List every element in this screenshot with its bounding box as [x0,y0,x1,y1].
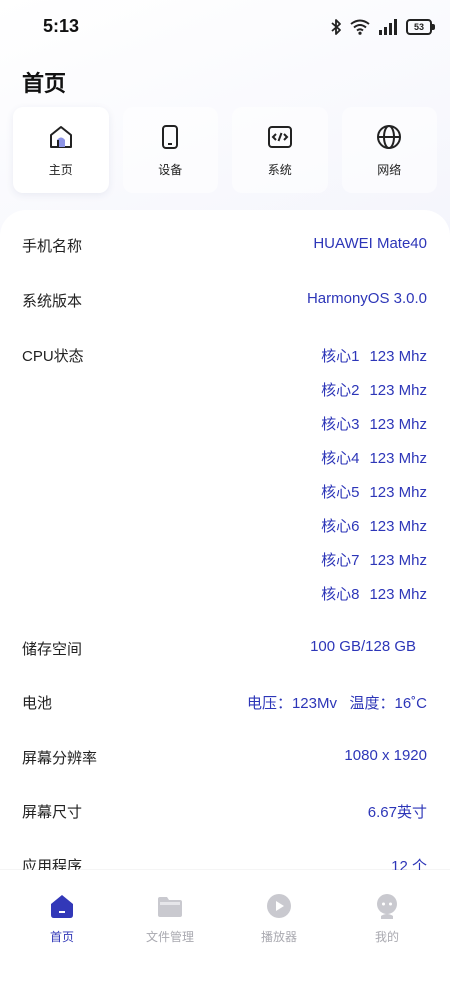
nav-home-label: 首页 [49,930,74,944]
globe-icon [377,124,402,149]
status-icons: 53 [330,16,435,38]
status-bar: 5:13 53 [0,0,450,52]
cpu-core-name: 核心7 [321,552,360,569]
cpu-core-row: 核心1 123 Mhz [321,345,427,366]
category-tabs: 主页 设备 系统 网络 [13,107,437,193]
cpu-core-freq: 123 Mhz [369,382,427,399]
apps-value: 12 个 [391,858,427,870]
cpu-core-freq: 123 Mhz [369,450,427,467]
cpu-core-row: 核心8 123 Mhz [321,583,427,604]
tab-device-label: 设备 [158,162,183,177]
cpu-status-label: CPU状态 [22,348,84,365]
cpu-core-freq: 123 Mhz [369,586,427,603]
cpu-core-freq: 123 Mhz [369,484,427,501]
page-title: 首页 [22,71,67,96]
nav-file-manager-label: 文件管理 [145,930,194,944]
tab-network-label: 网络 [377,162,402,177]
tab-home-label: 主页 [48,162,73,177]
tab-home[interactable]: 主页 [13,107,109,193]
screen-size-label: 屏幕尺寸 [22,804,83,821]
cpu-core-row: 核心3 123 Mhz [321,413,427,434]
battery-value: 电压：123Mv 温度：16˚C [246,695,427,712]
cpu-core-row: 核心6 123 Mhz [321,515,427,536]
nav-file-manager[interactable]: 文件管理 [130,892,210,945]
cpu-core-name: 核心4 [321,450,360,467]
cpu-core-name: 核心1 [321,348,360,365]
wifi-icon [350,19,370,35]
cpu-core-freq: 123 Mhz [369,552,427,569]
device-info-panel: 手机名称 HUAWEI Mate40 系统版本 HarmonyOS 3.0.0 … [0,210,450,870]
tab-network[interactable]: 网络 [341,107,437,193]
cpu-core-name: 核心6 [321,518,360,535]
bottom-nav: 首页 文件管理 播放器 我的 [0,870,450,990]
device-name-value: HUAWEI Mate40 [313,235,427,252]
tab-system[interactable]: 系统 [232,107,328,193]
home-filled-icon [51,895,73,918]
home-icon [49,125,72,148]
user-icon [377,894,397,919]
os-version-label: 系统版本 [22,293,83,310]
bluetooth-icon [331,19,341,35]
resolution-label: 屏幕分辨率 [22,750,98,767]
tab-system-label: 系统 [267,162,292,177]
battery-label: 电池 [22,695,53,712]
folder-icon [158,897,182,917]
device-name-label: 手机名称 [22,238,83,255]
play-icon [267,894,291,918]
screen-size-value: 6.67英寸 [367,804,427,821]
cpu-core-name: 核心5 [321,484,360,501]
phone-icon [162,124,179,149]
cpu-core-row: 核心2 123 Mhz [321,379,427,400]
code-icon [267,125,292,148]
status-time: 5:13 [43,16,80,36]
cpu-core-freq: 123 Mhz [369,518,427,535]
storage-label: 储存空间 [22,641,83,658]
tab-device[interactable]: 设备 [122,107,218,193]
nav-home[interactable]: 首页 [22,892,102,945]
signal-icon [379,19,397,35]
cpu-core-name: 核心2 [321,382,360,399]
cpu-core-row: 核心5 123 Mhz [321,481,427,502]
nav-player-label: 播放器 [260,930,297,944]
cpu-core-row: 核心4 123 Mhz [321,447,427,468]
cpu-core-row: 核心7 123 Mhz [321,549,427,570]
cpu-core-freq: 123 Mhz [369,348,427,365]
cpu-core-name: 核心8 [321,586,360,603]
storage-value: 100 GB/128 GB [310,638,416,655]
nav-profile-label: 我的 [374,930,399,944]
cpu-core-freq: 123 Mhz [369,416,427,433]
battery-icon: 53 [406,19,435,35]
nav-profile[interactable]: 我的 [347,892,427,945]
os-version-value: HarmonyOS 3.0.0 [306,290,427,307]
cpu-core-name: 核心3 [321,416,360,433]
nav-player[interactable]: 播放器 [239,892,319,945]
resolution-value: 1080 x 1920 [344,747,427,764]
apps-label: 应用程序 [22,858,83,870]
